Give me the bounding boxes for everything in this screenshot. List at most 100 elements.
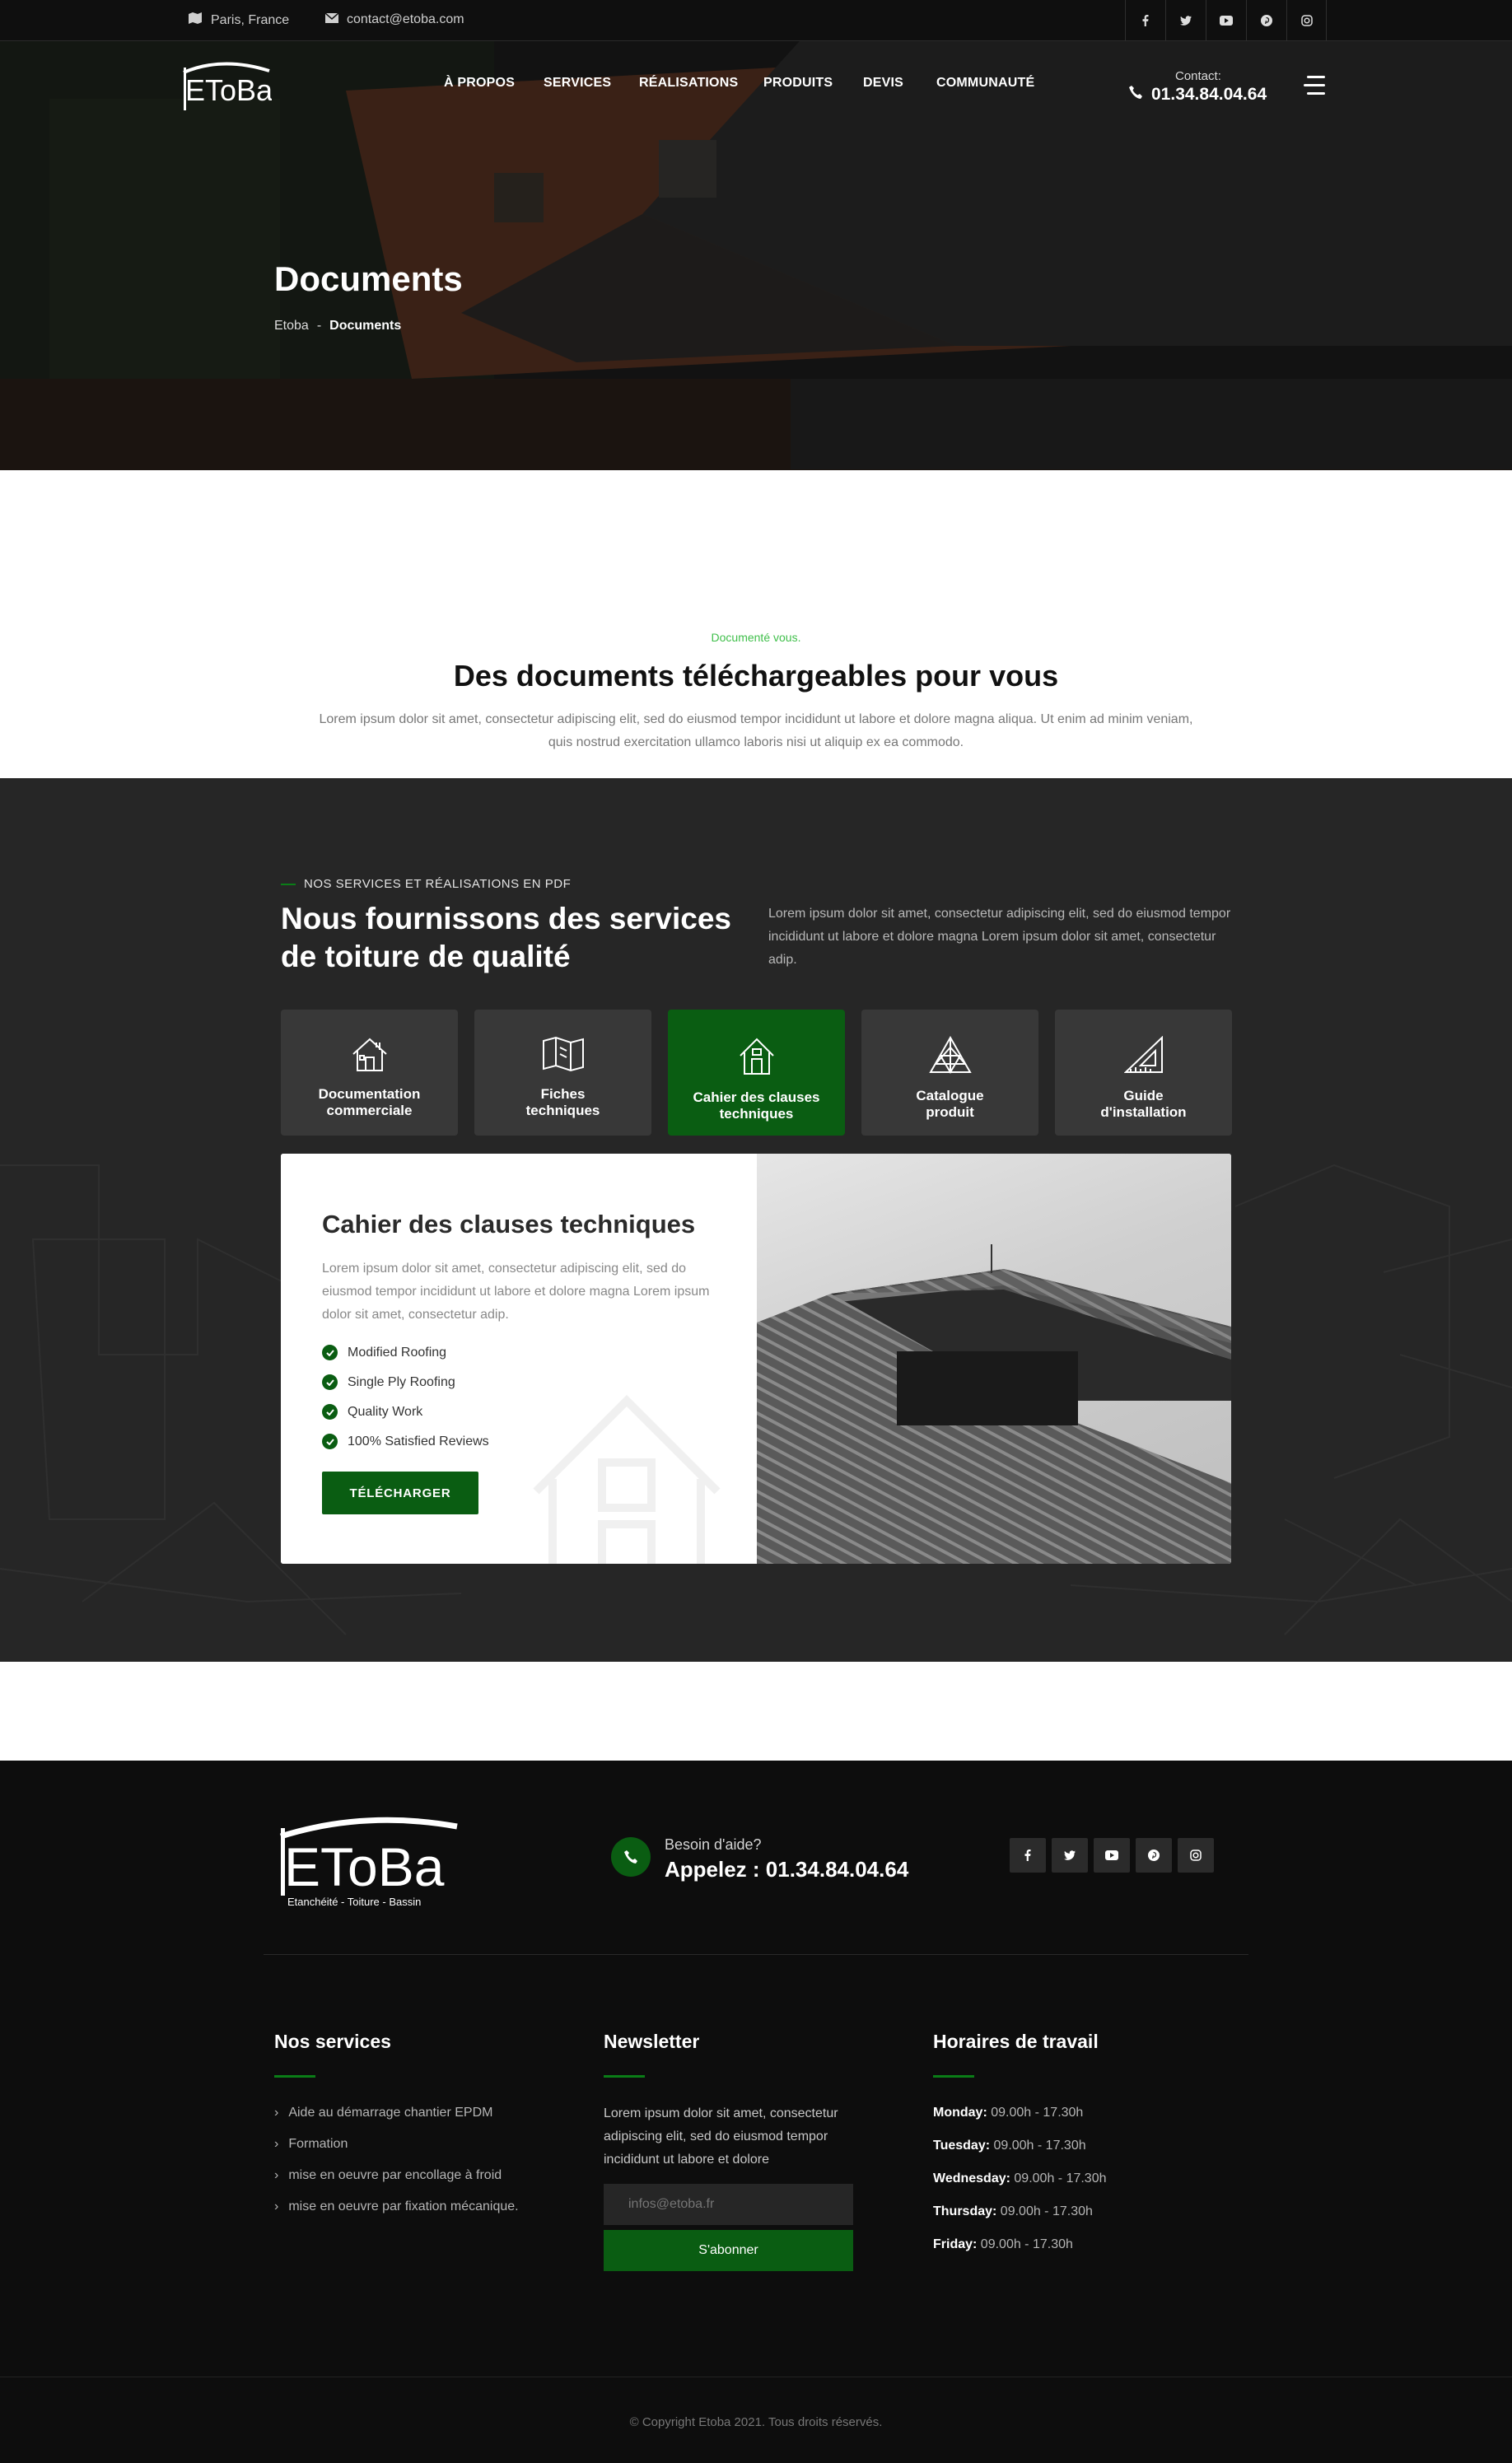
check-item: Modified Roofing <box>322 1345 446 1360</box>
check-item: 100% Satisfied Reviews <box>322 1434 489 1449</box>
check-label: Quality Work <box>348 1404 423 1419</box>
check-label: 100% Satisfied Reviews <box>348 1434 489 1448</box>
hours-row: Wednesday: 09.00h - 17.30h <box>933 2171 1107 2186</box>
tab-label: Guide d'installation <box>1100 1088 1187 1120</box>
footer-service-link-text[interactable]: Formation <box>288 2137 348 2152</box>
hours-time: 09.00h - 17.30h <box>980 2237 1073 2251</box>
envelope-icon <box>324 12 339 27</box>
hours-day: Friday: <box>933 2237 978 2251</box>
hero-banner: Paris, France contact@etoba.com EToBa À … <box>0 0 1512 470</box>
footer-service-link-text[interactable]: Aide au démarrage chantier EPDM <box>288 2106 492 2120</box>
nav-devis[interactable]: DEVIS <box>863 76 903 91</box>
twitter-icon[interactable] <box>1052 1838 1088 1873</box>
check-icon <box>322 1434 338 1449</box>
pinterest-icon[interactable] <box>1246 0 1286 41</box>
footer-newsletter-title: Newsletter <box>604 2031 700 2052</box>
check-icon <box>322 1374 338 1390</box>
services-title-line1: Nous fournissons des services <box>281 902 731 935</box>
footer-phone-icon <box>611 1837 651 1877</box>
twitter-icon[interactable] <box>1165 0 1206 41</box>
tab-catalogue-produit[interactable]: Catalogue produit <box>861 1010 1038 1136</box>
services-title-line2: de toiture de qualité <box>281 940 571 973</box>
breadcrumb-separator: - <box>316 319 322 333</box>
hours-row: Tuesday: 09.00h - 17.30h <box>933 2139 1086 2153</box>
newsletter-email-input[interactable] <box>604 2184 853 2225</box>
youtube-icon[interactable] <box>1094 1838 1130 1873</box>
check-item: Single Ply Roofing <box>322 1374 455 1390</box>
check-label: Single Ply Roofing <box>348 1374 455 1389</box>
roof-truss-icon <box>928 1035 972 1078</box>
top-bar: Paris, France contact@etoba.com <box>0 0 1512 41</box>
site-logo[interactable]: EToBa <box>177 59 273 114</box>
footer-service-link[interactable]: › mise en oeuvre par fixation mécanique. <box>274 2199 519 2214</box>
hours-time: 09.00h - 17.30h <box>993 2139 1086 2153</box>
footer-divider <box>264 1954 1248 1955</box>
check-label: Modified Roofing <box>348 1345 447 1360</box>
document-card: Cahier des clauses techniques Lorem ipsu… <box>281 1154 1231 1564</box>
nav-communaute[interactable]: COMMUNAUTÉ <box>936 76 1034 91</box>
nav-produits[interactable]: PRODUITS <box>763 76 833 91</box>
tab-cahier-des-clauses-techniques[interactable]: Cahier des clauses techniques <box>668 1010 845 1136</box>
services-text: Lorem ipsum dolor sit amet, consectetur … <box>768 907 1231 967</box>
phone-icon <box>1128 85 1143 105</box>
hours-day: Tuesday: <box>933 2139 991 2153</box>
footer-help-phone[interactable]: Appelez : 01.34.84.04.64 <box>665 1857 908 1882</box>
check-item: Quality Work <box>322 1404 422 1420</box>
hours-row: Thursday: 09.00h - 17.30h <box>933 2204 1093 2219</box>
facebook-icon[interactable] <box>1125 0 1165 41</box>
document-card-content: Cahier des clauses techniques Lorem ipsu… <box>281 1154 757 1564</box>
services-title: Nous fournissons des services de toiture… <box>281 900 731 976</box>
youtube-icon[interactable] <box>1206 0 1246 41</box>
breadcrumb: Etoba - Documents <box>274 319 401 334</box>
map-icon <box>188 12 203 28</box>
footer-title-underline <box>604 2075 645 2078</box>
download-button[interactable]: TÉLÉCHARGER <box>322 1472 478 1514</box>
footer-title-underline <box>933 2075 974 2078</box>
home-door-icon <box>737 1036 777 1080</box>
pinterest-icon[interactable] <box>1136 1838 1172 1873</box>
card-text: Lorem ipsum dolor sit amet, consectetur … <box>322 1262 710 1322</box>
footer-service-link[interactable]: › Aide au démarrage chantier EPDM <box>274 2106 492 2120</box>
intro-kicker: Documenté vous. <box>711 631 801 644</box>
footer-service-link-text[interactable]: mise en oeuvre par encollage à froid <box>288 2168 502 2183</box>
footer-service-link[interactable]: › mise en oeuvre par encollage à froid <box>274 2168 502 2183</box>
chevron-right-icon: › <box>274 2168 279 2182</box>
hours-day: Monday: <box>933 2106 987 2120</box>
page-title: Documents <box>274 259 463 298</box>
instagram-icon[interactable] <box>1178 1838 1214 1873</box>
intro-text: Lorem ipsum dolor sit amet, consectetur … <box>319 712 1193 749</box>
footer-logo-tagline: Etanchéité - Toiture - Bassin <box>287 1896 421 1908</box>
footer-logo[interactable]: EToBa Etanchéité - Toiture - Bassin <box>274 1808 460 1909</box>
tab-label: Fiches techniques <box>525 1086 600 1118</box>
tab-fiches-techniques[interactable]: Fiches techniques <box>474 1010 651 1136</box>
tab-guide-installation[interactable]: Guide d'installation <box>1055 1010 1232 1136</box>
footer-services-title: Nos services <box>274 2031 391 2052</box>
footer-service-link-text[interactable]: mise en oeuvre par fixation mécanique. <box>288 2199 518 2214</box>
header-phone-number[interactable]: 01.34.84.04.64 <box>1151 85 1267 105</box>
tab-label: Documentation commerciale <box>318 1086 421 1118</box>
facebook-icon[interactable] <box>1010 1838 1046 1873</box>
instagram-icon[interactable] <box>1286 0 1327 41</box>
nav-services[interactable]: SERVICES <box>544 76 611 91</box>
location-text: Paris, France <box>211 12 290 27</box>
tab-documentation-commerciale[interactable]: Documentation commerciale <box>281 1010 458 1136</box>
breadcrumb-home[interactable]: Etoba <box>274 319 309 334</box>
email-text[interactable]: contact@etoba.com <box>347 12 464 27</box>
hours-time: 09.00h - 17.30h <box>1014 2171 1107 2185</box>
menu-hamburger-icon[interactable] <box>1304 76 1325 96</box>
set-square-icon <box>1123 1035 1164 1078</box>
check-icon <box>322 1404 338 1420</box>
breadcrumb-current: Documents <box>329 319 402 333</box>
house-icon <box>350 1036 390 1076</box>
footer-service-link[interactable]: › Formation <box>274 2137 348 2152</box>
header-phone[interactable]: 01.34.84.04.64 <box>1128 85 1267 105</box>
tab-label: Catalogue produit <box>916 1088 984 1120</box>
chevron-right-icon: › <box>274 2137 279 2151</box>
kicker-dash <box>281 883 296 885</box>
nav-realisations[interactable]: RÉALISATIONS <box>639 76 738 91</box>
card-title: Cahier des clauses techniques <box>322 1210 696 1238</box>
nav-a-propos[interactable]: À PROPOS <box>444 76 515 91</box>
subscribe-button[interactable]: S'abonner <box>604 2230 853 2271</box>
email-info[interactable]: contact@etoba.com <box>324 12 464 27</box>
hours-day: Thursday: <box>933 2204 997 2218</box>
